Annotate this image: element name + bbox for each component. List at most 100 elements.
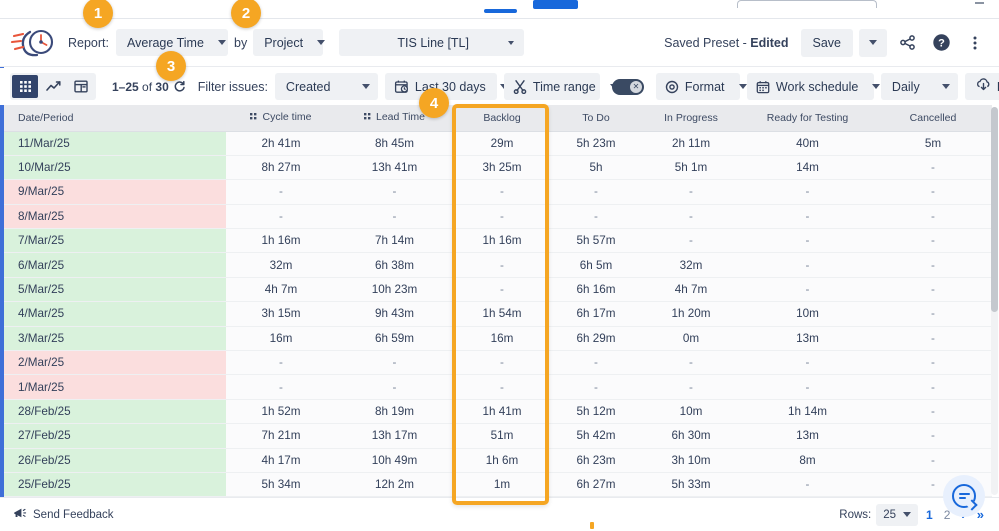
cell-cancelled: -	[874, 374, 992, 400]
format-value: Format	[684, 79, 725, 94]
cell-backlog: -	[453, 374, 551, 400]
table-row[interactable]: 6/Mar/25 32m 6h 38m -6h 5m 32m - -	[4, 252, 992, 278]
cell-ready-for-testing: -	[741, 252, 874, 278]
save-options-button[interactable]	[859, 28, 887, 57]
time-in-status-logo	[10, 25, 60, 61]
table-head: Date/Period Cycle time Lead Time Backlog To …	[4, 105, 992, 132]
cell-ready-for-testing: -	[741, 204, 874, 230]
table-row[interactable]: 28/Feb/25 1h 52m 8h 19m 1h 41m 5h 12m 10m 1h 1…	[4, 399, 992, 425]
grid-view-button[interactable]	[12, 75, 38, 98]
cell-lead-time: -	[336, 204, 453, 230]
cell-cycle-time: 4h 7m	[226, 277, 336, 303]
primary-action-button-partial[interactable]	[533, 0, 578, 9]
scrollbar-thumb[interactable]	[991, 107, 998, 312]
column-header-to-do[interactable]: To Do	[551, 105, 641, 132]
cell-ready-for-testing: 8m	[741, 448, 874, 473]
time-range-select[interactable]: Time range	[503, 73, 618, 100]
cell-ready-for-testing: 13m	[741, 423, 874, 449]
table-row[interactable]: 10/Mar/25 8h 27m 13h 41m 3h 25m 5h 5h 1m 14m -	[4, 155, 992, 181]
table-row[interactable]: 7/Mar/25 1h 16m 7h 14m 1h 16m 5h 57m - - -	[4, 228, 992, 254]
vertical-scrollbar[interactable]	[991, 107, 998, 495]
feature-toggle[interactable]: ✕	[611, 78, 644, 95]
drag-handle-icon[interactable]	[363, 112, 372, 124]
drag-handle-icon[interactable]	[250, 112, 258, 124]
page-1-button[interactable]: 1	[923, 508, 936, 522]
cell-cycle-time: 3h 15m	[226, 301, 336, 327]
cell-cycle-time: 32m	[226, 252, 336, 278]
table-row[interactable]: 11/Mar/25 2h 41m 8h 45m 29m 5h 23m 2h 11m 40m 5…	[4, 131, 992, 156]
table-row[interactable]: 1/Mar/25- - - - - - -	[4, 374, 992, 400]
annotation-badge-3: 3	[156, 51, 186, 81]
cell-to-do: 6h 23m	[551, 448, 641, 473]
refresh-button[interactable]	[173, 80, 186, 93]
cell-cycle-time: -	[226, 350, 336, 376]
help-button[interactable]: ?	[927, 29, 955, 57]
column-header-in-progress[interactable]: In Progress	[641, 105, 741, 132]
cell-to-do: 5h 42m	[551, 423, 641, 449]
cell-backlog: 29m	[453, 131, 551, 156]
chevron-down-icon	[872, 84, 881, 89]
rows-label: Rows:	[839, 508, 872, 521]
column-header-date-period[interactable]: Date/Period	[4, 105, 226, 132]
granularity-select[interactable]: Daily	[880, 73, 958, 100]
chat-feedback-button[interactable]	[943, 475, 985, 517]
report-type-value: Average Time	[127, 35, 204, 50]
column-header-ready-for-testing[interactable]: Ready for Testing	[741, 105, 874, 132]
browser-chrome-strip	[0, 0, 999, 19]
share-button[interactable]	[893, 29, 921, 57]
export-button[interactable]: Export	[964, 73, 999, 100]
group-by-select[interactable]: Project	[253, 29, 326, 56]
chart-view-button[interactable]	[40, 75, 66, 98]
rows-per-page-select[interactable]: 25	[876, 503, 919, 526]
overflow-menu-partial[interactable]	[975, 2, 984, 4]
filter-field-select[interactable]: Created	[274, 73, 378, 100]
annotation-badge-4: 4	[419, 88, 449, 118]
table-row[interactable]: 5/Mar/25 4h 7m 10h 23m -6h 16m 4h 7m - -	[4, 277, 992, 303]
group-by-value: Project	[264, 35, 304, 50]
cell-lead-time: 13h 17m	[336, 423, 453, 449]
column-header-backlog[interactable]: Backlog	[453, 105, 551, 132]
download-cloud-icon	[976, 78, 991, 95]
cell-to-do: 6h 17m	[551, 301, 641, 327]
send-feedback-button[interactable]: Send Feedback	[12, 506, 114, 523]
cell-cycle-time: 5h 34m	[226, 472, 336, 497]
table-row[interactable]: 8/Mar/25- - - - - - -	[4, 204, 992, 230]
cell-in-progress: 4h 7m	[641, 277, 741, 303]
table-row[interactable]: 27/Feb/25 7h 21m 13h 17m 51m 5h 42m 6h 30m 13m…	[4, 423, 992, 449]
search-box-partial[interactable]	[737, 0, 877, 8]
column-header-cycle-time[interactable]: Cycle time	[226, 105, 336, 132]
report-table-container[interactable]: Date/Period Cycle time Lead Time Backlog To …	[4, 105, 992, 497]
cell-backlog: 3h 25m	[453, 155, 551, 181]
table-row[interactable]: 9/Mar/25- - - - - - -	[4, 179, 992, 205]
table-row[interactable]: 3/Mar/25 16m 6h 59m 16m 6h 29m 0m 13m -	[4, 326, 992, 352]
table-row[interactable]: 2/Mar/25- - - - - - -	[4, 350, 992, 376]
cell-date: 10/Mar/25	[4, 155, 226, 181]
filter-toolbar: 1–25 of 30 Filter issues: Created Last 3…	[0, 68, 999, 105]
grid-icon	[19, 81, 31, 92]
table-row[interactable]: 26/Feb/25 4h 17m 10h 49m 1h 6m 6h 23m 3h 10m 8…	[4, 448, 992, 473]
project-select[interactable]: TIS Line [TL]	[339, 29, 525, 56]
format-select[interactable]: Format	[655, 73, 747, 100]
app-root: Report: Average Time by Project TIS Line…	[0, 0, 999, 531]
cell-lead-time: 10h 23m	[336, 277, 453, 303]
refresh-icon	[174, 80, 185, 92]
pivot-view-button[interactable]	[68, 75, 94, 98]
table-row[interactable]: 4/Mar/25 3h 15m 9h 43m 1h 54m 6h 17m 1h 20m 10…	[4, 301, 992, 327]
work-schedule-select[interactable]: Work schedule	[746, 73, 881, 100]
column-header-label: Lead Time	[375, 111, 426, 124]
cell-cancelled: -	[874, 252, 992, 278]
table-header-row: Date/Period Cycle time Lead Time Backlog To …	[4, 105, 992, 132]
cell-lead-time: 7h 14m	[336, 228, 453, 254]
cell-lead-time: 12h 2m	[336, 472, 453, 497]
cell-in-progress: 32m	[641, 252, 741, 278]
calendar-clock-icon	[394, 79, 409, 94]
view-toggle-group	[10, 73, 96, 100]
column-header-cancelled[interactable]: Cancelled	[874, 105, 992, 132]
cell-to-do: 5h	[551, 155, 641, 181]
table-row[interactable]: 25/Feb/25 5h 34m 12h 2m 1m 6h 27m 5h 33m - -	[4, 472, 992, 497]
cell-backlog: -	[453, 350, 551, 376]
report-label: Report:	[68, 35, 109, 50]
preset-prefix: Saved Preset -	[664, 35, 751, 50]
more-options-button[interactable]	[961, 29, 989, 57]
save-button[interactable]: Save	[800, 28, 853, 57]
